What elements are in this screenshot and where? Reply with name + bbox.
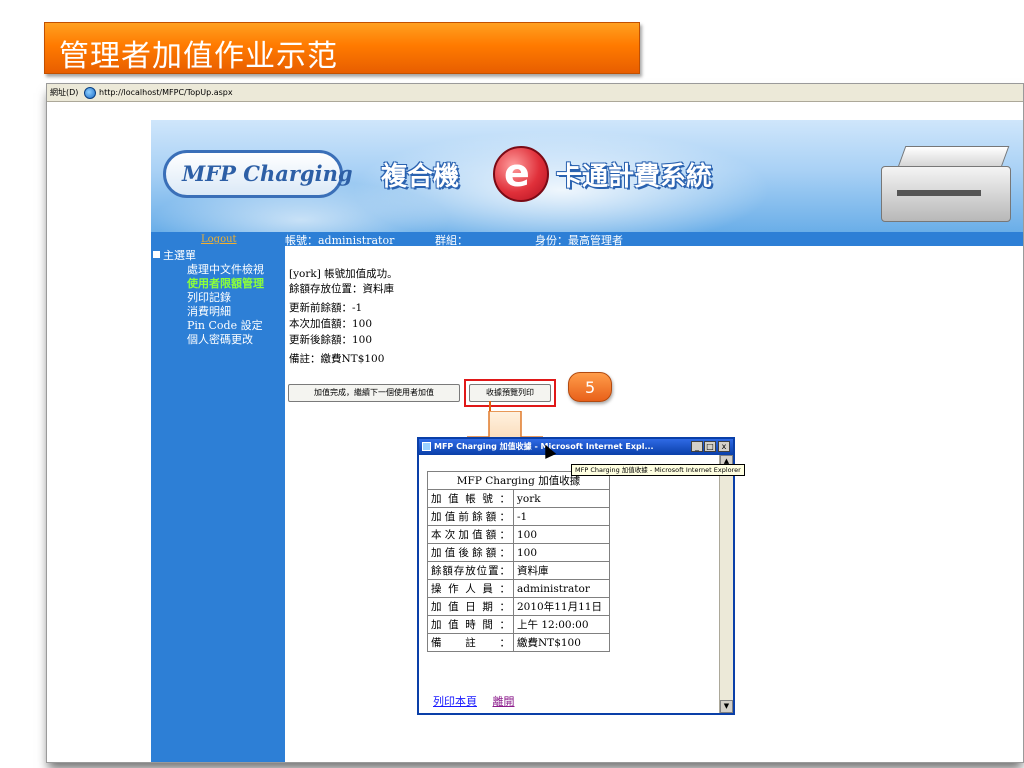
receipt-key: 加值帳號： [427,489,514,508]
receipt-value: -1 [513,507,610,526]
logout-link[interactable]: Logout [201,234,237,245]
receipt-table: MFP Charging 加值收據 加值帳號： york 加值前餘額： -1 本… [427,471,610,652]
receipt-value: 100 [513,543,610,562]
brand-text-left: 複合機 [381,162,460,192]
receipt-popup-window[interactable]: MFP Charging 加值收據 - Microsoft Internet E… [417,437,735,715]
table-row: 加值時間： 上午 12:00:00 [427,615,610,634]
logo-text: MFP Charging [182,161,353,186]
table-row: 備註： 繳費NT$100 [427,633,610,652]
brand-text-right: 卡通計費系統 [556,162,713,192]
collapse-toggle-icon[interactable] [153,251,160,258]
result-line: [york] 帳號加值成功。 [289,268,398,280]
receipt-key: 本次加值額： [427,525,514,544]
slide-title-banner: 管理者加值作业示范 [44,22,640,74]
account-label: 帳號：administrator [285,234,395,247]
receipt-value: 資料庫 [513,561,610,580]
group-label: 群組： [435,234,468,247]
result-line: 本次加值額：100 [289,318,373,330]
printer-icon [881,138,1011,224]
close-window-link[interactable]: 離開 [493,695,515,708]
maximize-button[interactable]: □ [704,441,716,452]
result-line: 備註：繳費NT$100 [289,353,385,365]
receipt-key: 餘額存放位置： [427,561,514,580]
highlight-box [464,379,556,407]
result-line: 更新前餘額：-1 [289,302,363,314]
sidebar: Logout 主選單 處理中文件檢視 使用者限額管理 列印記錄 消費明細 Pin… [151,232,285,762]
sidebar-item-password[interactable]: 個人密碼更改 [187,331,253,347]
receipt-key: 加值前餘額： [427,507,514,526]
receipt-key: 操作人員： [427,579,514,598]
receipt-value: 上午 12:00:00 [513,615,610,634]
ie-page-icon [84,87,96,99]
table-row: 加值前餘額： -1 [427,507,610,526]
receipt-value: york [513,489,610,508]
popup-titlebar[interactable]: MFP Charging 加值收據 - Microsoft Internet E… [419,439,733,455]
receipt-value: 100 [513,525,610,544]
table-row: 加值帳號： york [427,489,610,508]
receipt-key: 加值後餘額： [427,543,514,562]
step-number: 5 [585,378,596,397]
minimize-button[interactable]: _ [691,441,703,452]
receipt-value: administrator [513,579,610,598]
e-logo-letter: e [504,151,530,195]
scroll-down-icon[interactable]: ▼ [720,700,733,713]
address-bar[interactable]: 網址(D) http://localhost/MFPC/TopUp.aspx [47,84,1023,102]
table-row: 本次加值額： 100 [427,525,610,544]
next-user-topup-button[interactable]: 加值完成，繼續下一個使用者加值 [288,384,460,402]
popup-links: 列印本頁 離開 [433,693,515,709]
table-row: 餘額存放位置： 資料庫 [427,561,610,580]
role-label: 身份：最高管理者 [535,234,623,247]
mfp-charging-logo: MFP Charging [163,150,353,198]
table-row: 操作人員： administrator [427,579,610,598]
print-page-link[interactable]: 列印本頁 [433,695,477,708]
header-banner: MFP Charging 複合機 e 卡通計費系統 [151,120,1023,232]
titlebar-tooltip: MFP Charging 加值收據 - Microsoft Internet E… [571,464,745,476]
popup-scrollbar[interactable]: ▲ ▼ [719,455,733,713]
ie-window-icon [422,442,431,451]
printer-tray [897,190,981,196]
table-row: 加值日期： 2010年11月11日 [427,597,610,616]
receipt-value: 繳費NT$100 [513,633,610,652]
step-callout: 5 [568,372,612,402]
receipt-key: 備註： [427,633,514,652]
receipt-key: 加值時間： [427,615,514,634]
slide-title: 管理者加值作业示范 [59,39,338,74]
result-line: 餘額存放位置：資料庫 [289,283,394,295]
user-info-bar: 帳號：administrator 群組： 身份：最高管理者 [285,232,1023,247]
close-button[interactable]: x [718,441,730,452]
e-logo-icon: e [493,146,549,202]
address-url[interactable]: http://localhost/MFPC/TopUp.aspx [99,88,233,97]
receipt-value: 2010年11月11日 [513,597,610,616]
arrow-connector [489,401,491,411]
result-line: 更新後餘額：100 [289,334,373,346]
receipt-key: 加值日期： [427,597,514,616]
table-row: 加值後餘額： 100 [427,543,610,562]
address-label: 網址(D) [50,88,79,97]
